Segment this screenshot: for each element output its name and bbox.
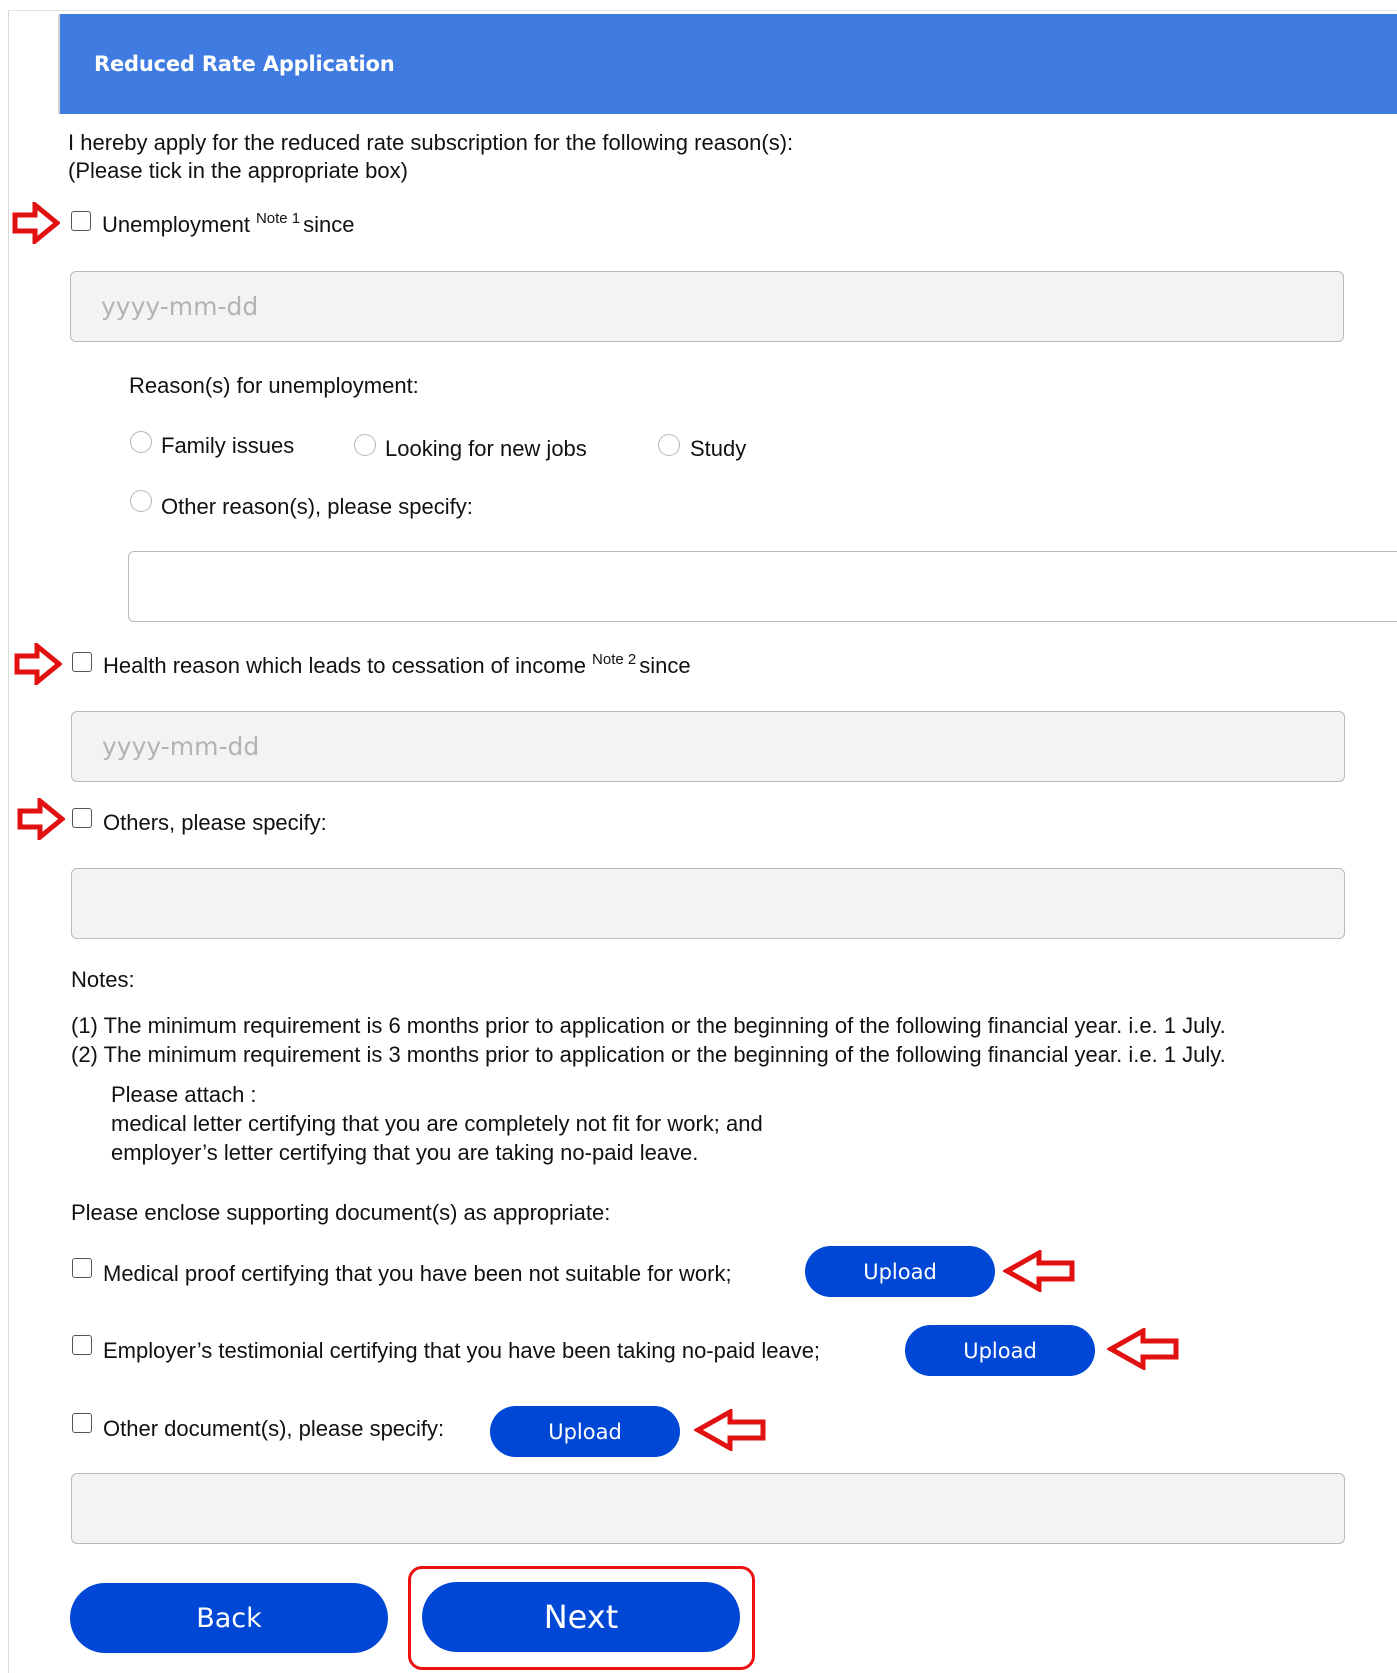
unemployment-since: since [303,212,355,237]
form-title: Reduced Rate Application [94,52,395,76]
next-button[interactable]: Next [422,1582,740,1652]
page-border-left [8,10,9,1673]
pointer-arrow-left-icon [1003,1250,1075,1292]
health-date-placeholder: yyyy-mm-dd [102,732,260,761]
others-label: Others, please specify: [103,810,327,835]
note-2-text: (2) The minimum requirement is 3 months … [71,1042,1226,1067]
radio-study-label: Study [690,436,747,461]
intro-line-2: (Please tick in the appropriate box) [68,158,408,183]
unemployment-label-row: Unemployment Note 1 since [102,210,355,238]
intro-line-1: I hereby apply for the reduced rate subs… [68,130,794,155]
pointer-arrow-right-icon [12,202,60,244]
documents-heading: Please enclose supporting document(s) as… [71,1200,611,1225]
unemployment-checkbox[interactable] [71,211,91,231]
radio-looking-for-new-jobs-label: Looking for new jobs [385,436,587,461]
radio-other-reason-label: Other reason(s), please specify: [161,494,473,519]
note-1-text: (1) The minimum requirement is 6 months … [71,1013,1226,1038]
other-documents-input[interactable] [71,1473,1345,1544]
radio-family-issues-label: Family issues [161,433,295,458]
other-reason-input[interactable] [128,551,1397,622]
medical-proof-label: Medical proof certifying that you have b… [103,1261,732,1286]
health-label: Health reason which leads to cessation o… [103,653,587,678]
unemployment-label: Unemployment [102,212,250,237]
note-1-reference: Note 1 [255,210,301,227]
upload-employer-button[interactable]: Upload [905,1325,1095,1376]
page-border-top [8,10,1397,11]
health-date-input[interactable]: yyyy-mm-dd [71,711,1345,782]
unemployment-date-placeholder: yyyy-mm-dd [101,292,259,321]
upload-medical-button[interactable]: Upload [805,1246,995,1297]
other-documents-label: Other document(s), please specify: [103,1416,445,1441]
others-specify-input[interactable] [71,868,1345,939]
radio-family-issues[interactable] [130,431,152,453]
health-since: since [639,653,691,678]
medical-proof-checkbox[interactable] [72,1258,92,1278]
notes-heading: Notes: [71,967,135,992]
form-header: Reduced Rate Application [58,14,1397,114]
back-button[interactable]: Back [70,1583,388,1653]
attach-heading: Please attach : [111,1082,257,1107]
employer-testimonial-label: Employer’s testimonial certifying that y… [103,1338,821,1363]
pointer-arrow-right-icon [14,643,62,685]
unemployment-reasons-heading: Reason(s) for unemployment: [129,373,419,398]
others-checkbox[interactable] [72,808,92,828]
radio-study[interactable] [658,434,680,456]
attach-item-1: medical letter certifying that you are c… [111,1111,763,1136]
unemployment-date-input[interactable]: yyyy-mm-dd [70,271,1344,342]
radio-looking-for-new-jobs[interactable] [354,434,376,456]
note-2-reference: Note 2 [592,651,637,668]
radio-other-reason[interactable] [130,490,152,512]
pointer-arrow-left-icon [1107,1328,1179,1370]
upload-other-button[interactable]: Upload [490,1406,680,1457]
pointer-arrow-right-icon [17,798,65,840]
other-documents-checkbox[interactable] [72,1413,92,1433]
pointer-arrow-left-icon [694,1409,766,1451]
health-label-row: Health reason which leads to cessation o… [103,651,691,679]
employer-testimonial-checkbox[interactable] [72,1335,92,1355]
health-reason-checbox[interactable] [72,652,92,672]
attach-item-2: employer’s letter certifying that you ar… [111,1140,699,1165]
